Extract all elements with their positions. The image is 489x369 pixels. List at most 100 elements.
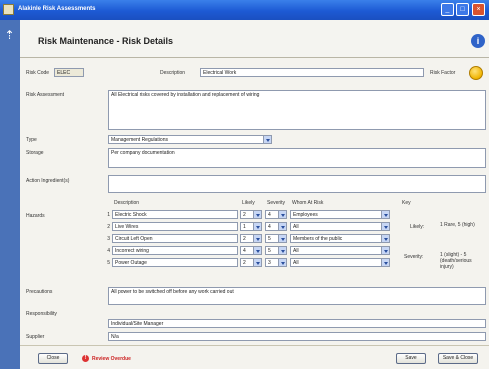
hazard-severity-value: 5 (268, 248, 271, 254)
risk-factor-indicator-icon (469, 66, 483, 80)
key-severity-label: Severity: (404, 254, 424, 260)
hazard-likely-value: 2 (243, 260, 246, 266)
save-button[interactable]: Save (396, 353, 426, 364)
help-icon[interactable]: i (471, 34, 485, 48)
hazard-description-field[interactable]: Incorrect wiring (112, 246, 238, 255)
action-ingredients-field[interactable] (108, 175, 486, 193)
hazard-who-value: All (293, 224, 299, 230)
risk-code-label: Risk Code (26, 70, 50, 76)
chevron-down-icon[interactable] (253, 223, 261, 230)
save-and-close-button[interactable]: Save & Close (438, 353, 478, 364)
hazard-who-value: Employees (293, 212, 318, 218)
hazards-label: Hazards (26, 213, 45, 219)
hazard-row-number: 5 (107, 260, 110, 266)
left-toolbar: ⇡ (0, 20, 20, 369)
responsibility-field[interactable]: Individual/Site Manager (108, 319, 486, 328)
key-likely-text: 1 Rare, 5 (high) (440, 222, 475, 228)
chevron-down-icon[interactable] (381, 223, 389, 230)
hazard-row-number: 2 (107, 224, 110, 230)
footer-divider (20, 345, 489, 346)
chevron-down-icon[interactable] (278, 235, 286, 242)
hazard-severity-select[interactable]: 4 (265, 222, 287, 231)
chevron-down-icon[interactable] (278, 259, 286, 266)
chevron-down-icon[interactable] (253, 235, 261, 242)
hazard-likely-select[interactable]: 2 (240, 258, 262, 267)
hazard-who-select[interactable]: All (290, 246, 390, 255)
hazard-likely-value: 2 (243, 236, 246, 242)
hazard-who-select[interactable]: Employees (290, 210, 390, 219)
hazard-description-field[interactable]: Power Outage (112, 258, 238, 267)
precautions-label: Precautions (26, 289, 53, 295)
hazard-who-value: All (293, 260, 299, 266)
hazard-who-select[interactable]: Members of the public (290, 234, 390, 243)
hazard-likely-select[interactable]: 2 (240, 210, 262, 219)
supplier-field[interactable]: N/a (108, 332, 486, 341)
risk-code-field[interactable]: ELEC (54, 68, 84, 77)
hazard-severity-value: 3 (268, 260, 271, 266)
storage-label: Storage (26, 150, 44, 156)
hazard-severity-value: 5 (268, 236, 271, 242)
hazard-description-field[interactable]: Circuit Left Open (112, 234, 238, 243)
chevron-down-icon[interactable] (381, 211, 389, 218)
chevron-down-icon[interactable] (381, 247, 389, 254)
hazard-likely-select[interactable]: 2 (240, 234, 262, 243)
hazard-description-field[interactable]: Live Wires (112, 222, 238, 231)
description-field[interactable]: Electrical Work (200, 68, 424, 77)
hazard-who-header: Whom At Risk (292, 200, 324, 206)
chevron-down-icon[interactable] (253, 259, 261, 266)
chevron-down-icon[interactable] (278, 211, 286, 218)
maximize-button[interactable]: □ (456, 3, 469, 16)
app-icon (3, 4, 14, 15)
close-button[interactable]: Close (38, 353, 68, 364)
key-severity-text: 1 (slight) - 5 (death/serious injury) (440, 252, 472, 270)
key-title: Key (402, 200, 411, 206)
risk-assessment-label: Risk Assessment (26, 92, 65, 98)
hazard-severity-select[interactable]: 5 (265, 234, 287, 243)
type-select[interactable]: Management Regulations (108, 135, 272, 144)
description-label: Description (160, 70, 186, 76)
hazard-likely-select[interactable]: 1 (240, 222, 262, 231)
risk-factor-label: Risk Factor (430, 70, 456, 76)
type-select-value: Management Regulations (111, 137, 168, 143)
hazard-row-number: 4 (107, 248, 110, 254)
hazard-likely-value: 1 (243, 224, 246, 230)
hazard-likely-select[interactable]: 4 (240, 246, 262, 255)
page-header: Risk Maintenance - Risk Details i (20, 20, 489, 58)
hazard-severity-header: Severity (267, 200, 286, 206)
responsibility-label: Responsibility (26, 311, 57, 317)
minimize-button[interactable]: _ (441, 3, 454, 16)
chevron-down-icon[interactable] (263, 136, 271, 143)
hazard-row-number: 1 (107, 212, 110, 218)
hazard-severity-value: 4 (268, 224, 271, 230)
key-likely-label: Likely: (410, 224, 425, 230)
type-label: Type (26, 137, 37, 143)
hazard-likely-header: Likely (242, 200, 255, 206)
hazard-description-field[interactable]: Electric Shock (112, 210, 238, 219)
chevron-down-icon[interactable] (253, 247, 261, 254)
hazard-likely-value: 2 (243, 212, 246, 218)
hazard-severity-select[interactable]: 3 (265, 258, 287, 267)
pin-icon[interactable]: ⇡ (4, 28, 15, 52)
close-window-button[interactable]: × (472, 3, 485, 16)
action-ingredients-label: Action Ingredient(s) (26, 178, 70, 184)
hazard-severity-select[interactable]: 5 (265, 246, 287, 255)
hazard-who-select[interactable]: All (290, 222, 390, 231)
storage-field[interactable]: Per company documentation (108, 148, 486, 168)
hazard-description-header: Description (114, 200, 140, 206)
chevron-down-icon[interactable] (278, 223, 286, 230)
risk-details-form: Risk Code ELEC Description Electrical Wo… (20, 58, 489, 369)
chevron-down-icon[interactable] (381, 235, 389, 242)
supplier-label: Supplier (26, 334, 45, 340)
warning-icon: ! (82, 355, 89, 362)
chevron-down-icon[interactable] (278, 247, 286, 254)
hazard-who-value: Members of the public (293, 236, 343, 242)
risk-assessment-field[interactable]: All Electrical risks covered by installa… (108, 90, 486, 130)
precautions-field[interactable]: All power to be switched off before any … (108, 287, 486, 305)
hazard-severity-select[interactable]: 4 (265, 210, 287, 219)
hazard-who-select[interactable]: All (290, 258, 390, 267)
chevron-down-icon[interactable] (381, 259, 389, 266)
hazard-row-number: 3 (107, 236, 110, 242)
page-title: Risk Maintenance - Risk Details (38, 36, 174, 46)
chevron-down-icon[interactable] (253, 211, 261, 218)
window-title: Alakinle Risk Assessments (18, 6, 96, 12)
